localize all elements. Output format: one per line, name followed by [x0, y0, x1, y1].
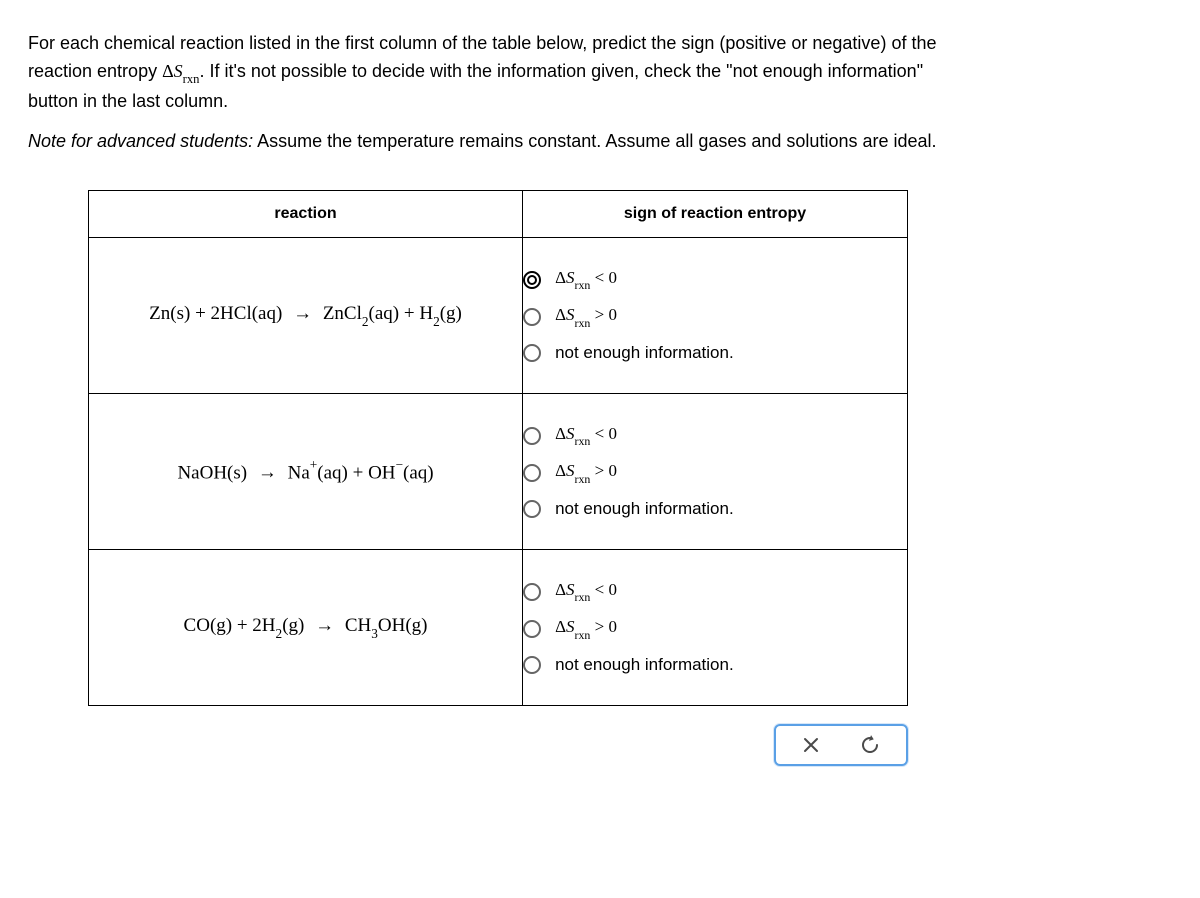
intro-text-1: For each chemical reaction listed in the…	[28, 33, 936, 53]
radio-icon[interactable]	[523, 656, 541, 674]
option-nei[interactable]: not enough information.	[523, 499, 907, 519]
radio-icon[interactable]	[523, 583, 541, 601]
radio-icon[interactable]	[523, 620, 541, 638]
intro-text-2a: reaction entropy	[28, 61, 162, 81]
reaction-table: reaction sign of reaction entropy Zn(s) …	[88, 190, 908, 706]
intro-text-3: button in the last column.	[28, 91, 228, 111]
header-sign: sign of reaction entropy	[523, 190, 908, 237]
close-icon[interactable]	[802, 736, 820, 754]
radio-icon[interactable]	[523, 500, 541, 518]
note-rest: Assume the temperature remains constant.…	[253, 131, 936, 151]
delta-s-symbol: ΔSrxn	[162, 61, 199, 81]
option-lt[interactable]: ΔSrxn < 0	[523, 424, 907, 447]
table-row: Zn(s) + 2HCl(aq) → ZnCl2(aq) + H2(g) ΔSr…	[89, 237, 908, 393]
reaction-3: CO(g) + 2H2(g) → CH3OH(g)	[89, 549, 523, 705]
arrow-icon: →	[293, 303, 312, 325]
arrow-icon: →	[258, 462, 277, 484]
reaction-1: Zn(s) + 2HCl(aq) → ZnCl2(aq) + H2(g)	[89, 237, 523, 393]
option-gt[interactable]: ΔSrxn > 0	[523, 617, 907, 640]
arrow-icon: →	[315, 615, 334, 637]
radio-icon[interactable]	[523, 271, 541, 289]
option-lt[interactable]: ΔSrxn < 0	[523, 580, 907, 603]
reaction-2: NaOH(s) → Na+(aq) + OH−(aq)	[89, 393, 523, 549]
intro-text-2b: . If it's not possible to decide with th…	[199, 61, 923, 81]
option-gt[interactable]: ΔSrxn > 0	[523, 305, 907, 328]
radio-icon[interactable]	[523, 427, 541, 445]
option-nei[interactable]: not enough information.	[523, 655, 907, 675]
note-prefix: Note for advanced students:	[28, 131, 253, 151]
radio-icon[interactable]	[523, 344, 541, 362]
option-lt[interactable]: ΔSrxn < 0	[523, 268, 907, 291]
option-gt[interactable]: ΔSrxn > 0	[523, 461, 907, 484]
reset-icon[interactable]	[860, 735, 880, 755]
option-nei[interactable]: not enough information.	[523, 343, 907, 363]
question-intro: For each chemical reaction listed in the…	[28, 30, 1172, 116]
table-row: CO(g) + 2H2(g) → CH3OH(g) ΔSrxn < 0 ΔSrx…	[89, 549, 908, 705]
question-note: Note for advanced students: Assume the t…	[28, 128, 1172, 156]
table-row: NaOH(s) → Na+(aq) + OH−(aq) ΔSrxn < 0 ΔS…	[89, 393, 908, 549]
action-bar	[774, 724, 908, 766]
radio-icon[interactable]	[523, 308, 541, 326]
header-reaction: reaction	[89, 190, 523, 237]
radio-icon[interactable]	[523, 464, 541, 482]
